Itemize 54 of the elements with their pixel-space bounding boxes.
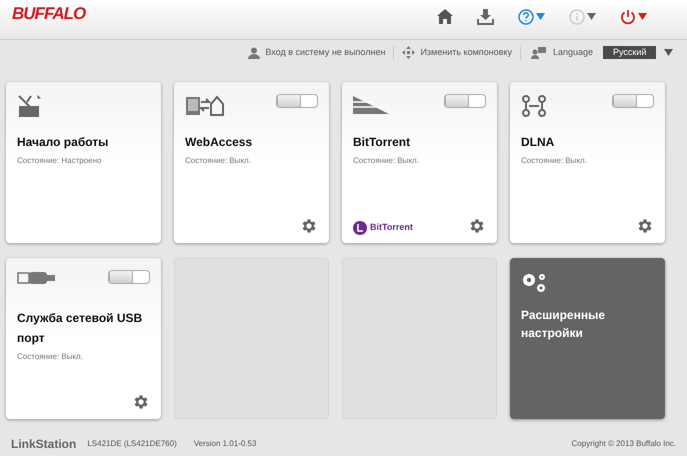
version-text: Version 1.01-0.53 xyxy=(194,438,256,450)
status-text: Состояние: Выкл. xyxy=(353,155,420,167)
app-card[interactable]: BitTorrent Состояние: Выкл. BitTorrent xyxy=(342,82,497,243)
gear-icon[interactable] xyxy=(468,217,486,235)
card-title: Начало работы xyxy=(17,134,110,151)
model-text: LS421DE (LS421DE760) xyxy=(87,438,177,450)
download-icon[interactable] xyxy=(477,8,494,24)
info-icon xyxy=(569,8,585,24)
stripes-icon xyxy=(353,94,389,114)
gear-icon[interactable] xyxy=(636,217,654,235)
brand-logo: BitTorrent xyxy=(370,221,413,234)
login-status[interactable]: Вход в систему не выполнен xyxy=(265,46,386,60)
toggle-switch[interactable] xyxy=(276,94,318,108)
status-text: Состояние: Настроено xyxy=(17,155,102,167)
status-text: Состояние: Выкл. xyxy=(521,155,588,167)
caret-icon xyxy=(664,49,673,56)
toggle-switch[interactable] xyxy=(444,94,486,108)
info-menu[interactable] xyxy=(569,8,596,24)
language-icon xyxy=(530,46,546,58)
app-card[interactable]: Служба сетевой USB порт Состояние: Выкл. xyxy=(6,258,161,419)
card-title: Расширенные настройки xyxy=(521,307,606,342)
advanced-settings-card[interactable]: Расширенные настройки xyxy=(510,258,665,419)
gear-icon[interactable] xyxy=(132,393,150,411)
toggle-switch[interactable] xyxy=(108,270,150,284)
language-label: Language xyxy=(552,46,593,59)
caret-icon xyxy=(587,13,596,20)
app-card[interactable]: Начало работы Состояние: Настроено xyxy=(6,82,161,243)
status-text: Состояние: Выкл. xyxy=(17,351,84,363)
nodes-icon xyxy=(521,94,547,118)
toolbox-icon xyxy=(17,94,43,118)
app-card[interactable]: DLNA Состояние: Выкл. xyxy=(510,82,665,243)
power-menu[interactable] xyxy=(620,8,647,24)
card-title: WebAccess xyxy=(185,134,254,151)
move-icon xyxy=(402,46,416,59)
power-icon xyxy=(620,8,636,24)
toggle-switch[interactable] xyxy=(612,94,654,108)
brand-logo: BUFFALO xyxy=(12,2,86,25)
status-text: Состояние: Выкл. xyxy=(185,155,252,167)
caret-icon xyxy=(536,13,545,20)
caret-icon xyxy=(638,13,647,20)
product-name: LinkStation xyxy=(11,436,76,452)
help-icon xyxy=(518,8,534,24)
user-icon xyxy=(248,46,260,58)
card-title: Служба сетевой USB порт xyxy=(17,310,144,347)
copyright-text: Copyright © 2013 Buffalo Inc. xyxy=(572,438,676,450)
home-icon[interactable] xyxy=(437,9,453,24)
gear-icon[interactable] xyxy=(300,217,318,235)
help-menu[interactable] xyxy=(518,8,545,24)
logo-icon xyxy=(353,221,367,235)
devices-home-icon xyxy=(185,94,225,116)
card-title: BitTorrent xyxy=(353,134,412,151)
card-title: DLNA xyxy=(521,134,556,151)
change-layout-link[interactable]: Изменить компоновку xyxy=(420,46,512,60)
app-card[interactable]: WebAccess Состояние: Выкл. xyxy=(174,82,329,243)
